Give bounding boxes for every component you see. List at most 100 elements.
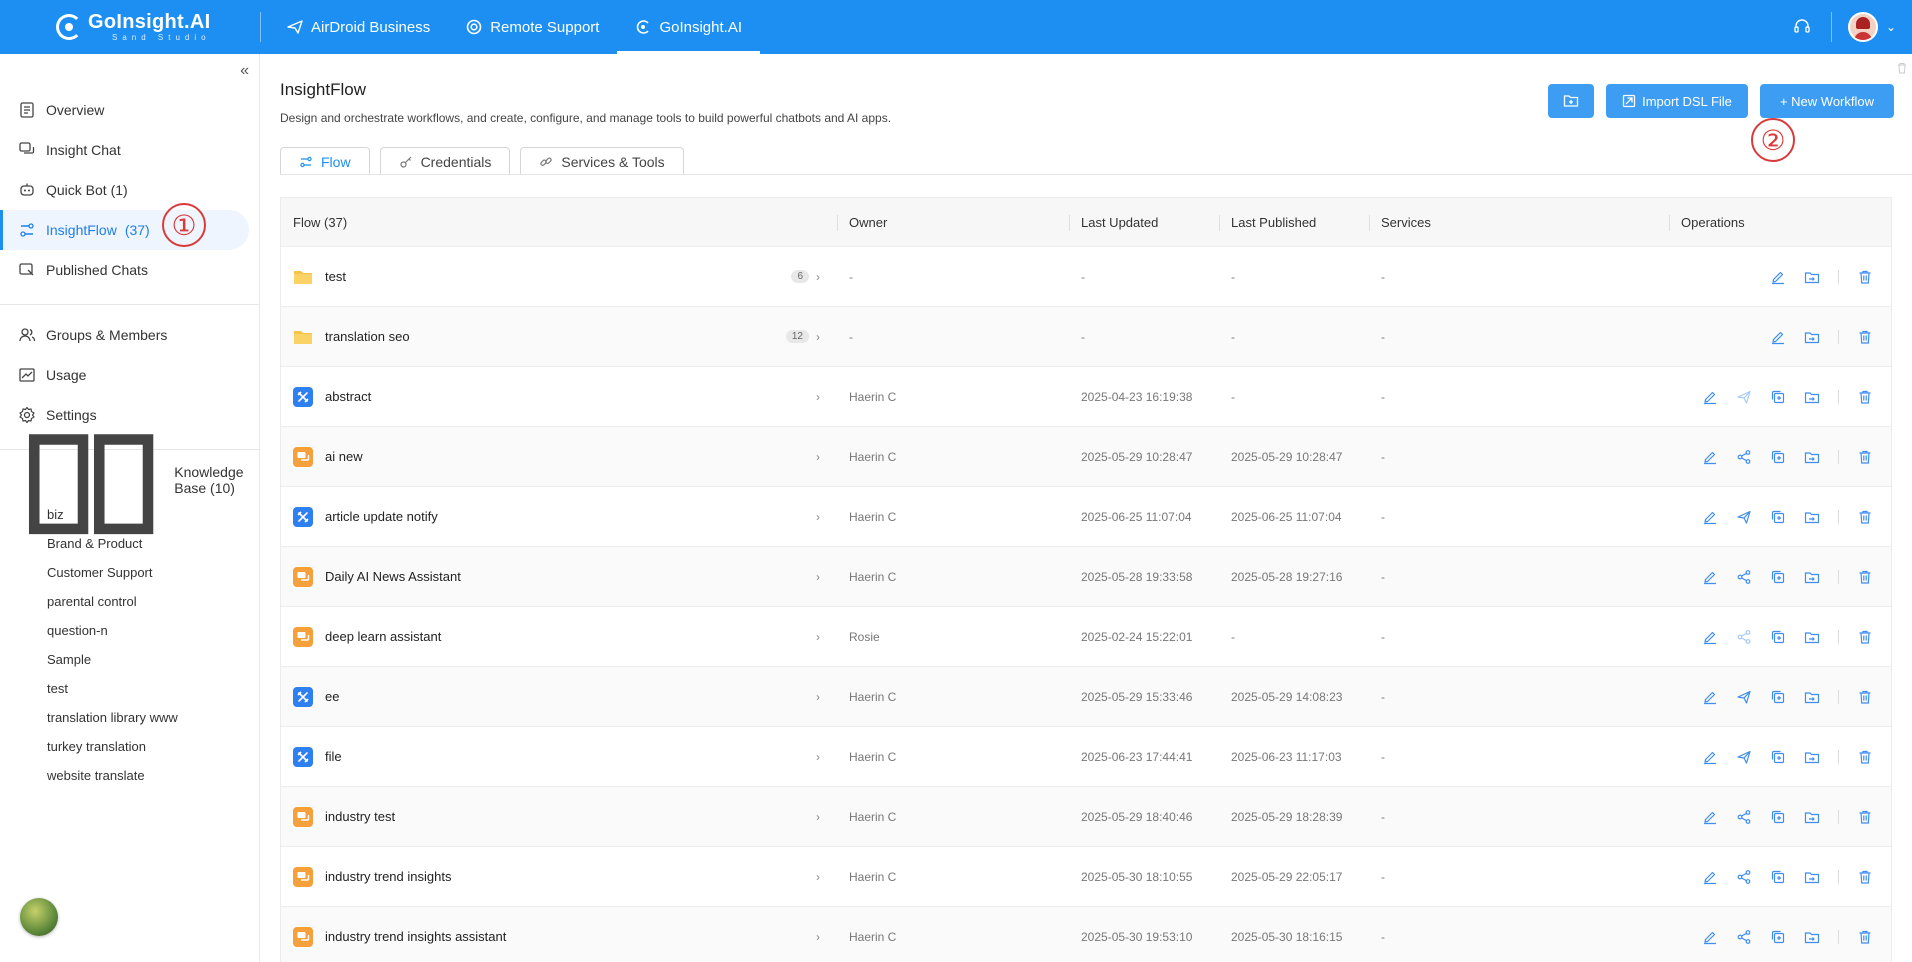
topnav-remote-support[interactable]: Remote Support xyxy=(448,0,617,54)
kb-item[interactable]: parental control xyxy=(0,587,259,616)
duplicate-icon[interactable] xyxy=(1770,929,1786,945)
sidebar-item-insight-chat[interactable]: Insight Chat xyxy=(0,130,259,170)
support-headset-icon[interactable] xyxy=(1793,18,1811,36)
chevron-down-icon[interactable]: ⌄ xyxy=(1886,20,1896,34)
move-folder-icon[interactable] xyxy=(1804,929,1820,945)
edit-icon[interactable] xyxy=(1702,869,1718,885)
move-folder-icon[interactable] xyxy=(1804,329,1820,345)
share-icon[interactable] xyxy=(1736,809,1752,825)
duplicate-icon[interactable] xyxy=(1770,749,1786,765)
table-row[interactable]: article update notify › Haerin C 2025-06… xyxy=(281,487,1891,547)
flow-cell[interactable]: industry trend insights › xyxy=(281,847,837,906)
new-workflow-button[interactable]: + New Workflow xyxy=(1760,84,1894,118)
chevron-right-icon[interactable]: › xyxy=(813,870,823,884)
import-dsl-button[interactable]: Import DSL File xyxy=(1606,84,1748,118)
sidebar-item-settings[interactable]: Settings xyxy=(0,395,259,435)
kb-item[interactable]: question-n xyxy=(0,616,259,645)
share-icon[interactable] xyxy=(1736,629,1752,645)
trash-icon[interactable] xyxy=(1896,62,1908,74)
delete-icon[interactable] xyxy=(1857,449,1873,465)
duplicate-icon[interactable] xyxy=(1770,389,1786,405)
edit-icon[interactable] xyxy=(1702,689,1718,705)
kb-item[interactable]: Sample xyxy=(0,645,259,674)
table-row[interactable]: industry trend insights › Haerin C 2025-… xyxy=(281,847,1891,907)
chevron-right-icon[interactable]: › xyxy=(813,690,823,704)
sidebar-item-insightflow[interactable]: InsightFlow (37) xyxy=(0,210,249,250)
chevron-right-icon[interactable]: › xyxy=(813,810,823,824)
delete-icon[interactable] xyxy=(1857,269,1873,285)
flow-cell[interactable]: ai new › xyxy=(281,427,837,486)
flow-cell[interactable]: industry trend insights assistant › xyxy=(281,907,837,962)
send-icon[interactable] xyxy=(1736,689,1752,705)
table-row[interactable]: industry trend insights assistant › Haer… xyxy=(281,907,1891,962)
edit-icon[interactable] xyxy=(1702,389,1718,405)
edit-icon[interactable] xyxy=(1770,329,1786,345)
move-folder-icon[interactable] xyxy=(1804,749,1820,765)
edit-icon[interactable] xyxy=(1702,809,1718,825)
table-row[interactable]: translation seo 12 › - - - - xyxy=(281,307,1891,367)
sidebar-item-overview[interactable]: Overview xyxy=(0,90,259,130)
chevron-right-icon[interactable]: › xyxy=(813,750,823,764)
table-row[interactable]: ee › Haerin C 2025-05-29 15:33:46 2025-0… xyxy=(281,667,1891,727)
edit-icon[interactable] xyxy=(1702,449,1718,465)
edit-icon[interactable] xyxy=(1702,569,1718,585)
move-folder-icon[interactable] xyxy=(1804,389,1820,405)
chevron-right-icon[interactable]: › xyxy=(813,450,823,464)
edit-icon[interactable] xyxy=(1702,509,1718,525)
duplicate-icon[interactable] xyxy=(1770,869,1786,885)
chevron-right-icon[interactable]: › xyxy=(813,510,823,524)
kb-item[interactable]: turkey translation xyxy=(0,732,259,761)
table-row[interactable]: industry test › Haerin C 2025-05-29 18:4… xyxy=(281,787,1891,847)
table-row[interactable]: ai new › Haerin C 2025-05-29 10:28:47 20… xyxy=(281,427,1891,487)
move-folder-icon[interactable] xyxy=(1804,629,1820,645)
duplicate-icon[interactable] xyxy=(1770,809,1786,825)
tab-flow[interactable]: Flow xyxy=(280,147,370,175)
delete-icon[interactable] xyxy=(1857,809,1873,825)
send-icon[interactable] xyxy=(1736,389,1752,405)
sidebar-item-quick-bot[interactable]: Quick Bot (1) xyxy=(0,170,259,210)
move-folder-icon[interactable] xyxy=(1804,869,1820,885)
sidebar-item-usage[interactable]: Usage xyxy=(0,355,259,395)
sidebar-item-published-chats[interactable]: Published Chats xyxy=(0,250,259,290)
duplicate-icon[interactable] xyxy=(1770,629,1786,645)
table-row[interactable]: test 6 › - - - - xyxy=(281,247,1891,307)
duplicate-icon[interactable] xyxy=(1770,569,1786,585)
move-folder-icon[interactable] xyxy=(1804,509,1820,525)
chevron-right-icon[interactable]: › xyxy=(813,390,823,404)
edit-icon[interactable] xyxy=(1702,749,1718,765)
user-avatar[interactable] xyxy=(1847,12,1878,42)
move-folder-icon[interactable] xyxy=(1804,569,1820,585)
edit-icon[interactable] xyxy=(1770,269,1786,285)
duplicate-icon[interactable] xyxy=(1770,509,1786,525)
kb-item[interactable]: Customer Support xyxy=(0,558,259,587)
chevron-right-icon[interactable]: › xyxy=(813,570,823,584)
flow-cell[interactable]: deep learn assistant › xyxy=(281,607,837,666)
sidebar-item-groups-members[interactable]: Groups & Members xyxy=(0,315,259,355)
chevron-right-icon[interactable]: › xyxy=(813,930,823,944)
delete-icon[interactable] xyxy=(1857,749,1873,765)
share-icon[interactable] xyxy=(1736,929,1752,945)
share-icon[interactable] xyxy=(1736,869,1752,885)
move-folder-icon[interactable] xyxy=(1804,689,1820,705)
flow-cell[interactable]: Daily AI News Assistant › xyxy=(281,547,837,606)
delete-icon[interactable] xyxy=(1857,509,1873,525)
brand-logo[interactable]: GoInsight.AI Sand Studio xyxy=(0,0,260,54)
flow-cell[interactable]: ee › xyxy=(281,667,837,726)
delete-icon[interactable] xyxy=(1857,689,1873,705)
send-icon[interactable] xyxy=(1736,749,1752,765)
tab-services-tools[interactable]: Services & Tools xyxy=(520,147,684,175)
kb-item[interactable]: test xyxy=(0,674,259,703)
table-row[interactable]: file › Haerin C 2025-06-23 17:44:41 2025… xyxy=(281,727,1891,787)
edit-icon[interactable] xyxy=(1702,629,1718,645)
flow-cell[interactable]: file › xyxy=(281,727,837,786)
table-row[interactable]: deep learn assistant › Rosie 2025-02-24 … xyxy=(281,607,1891,667)
flow-cell[interactable]: test 6 › xyxy=(281,247,837,306)
delete-icon[interactable] xyxy=(1857,569,1873,585)
knowledge-base-header[interactable]: Knowledge Base (10) xyxy=(0,434,259,535)
delete-icon[interactable] xyxy=(1857,329,1873,345)
share-icon[interactable] xyxy=(1736,569,1752,585)
chevron-right-icon[interactable]: › xyxy=(813,630,823,644)
flow-cell[interactable]: translation seo 12 › xyxy=(281,307,837,366)
chevron-right-icon[interactable]: › xyxy=(813,330,823,344)
move-folder-icon[interactable] xyxy=(1804,449,1820,465)
